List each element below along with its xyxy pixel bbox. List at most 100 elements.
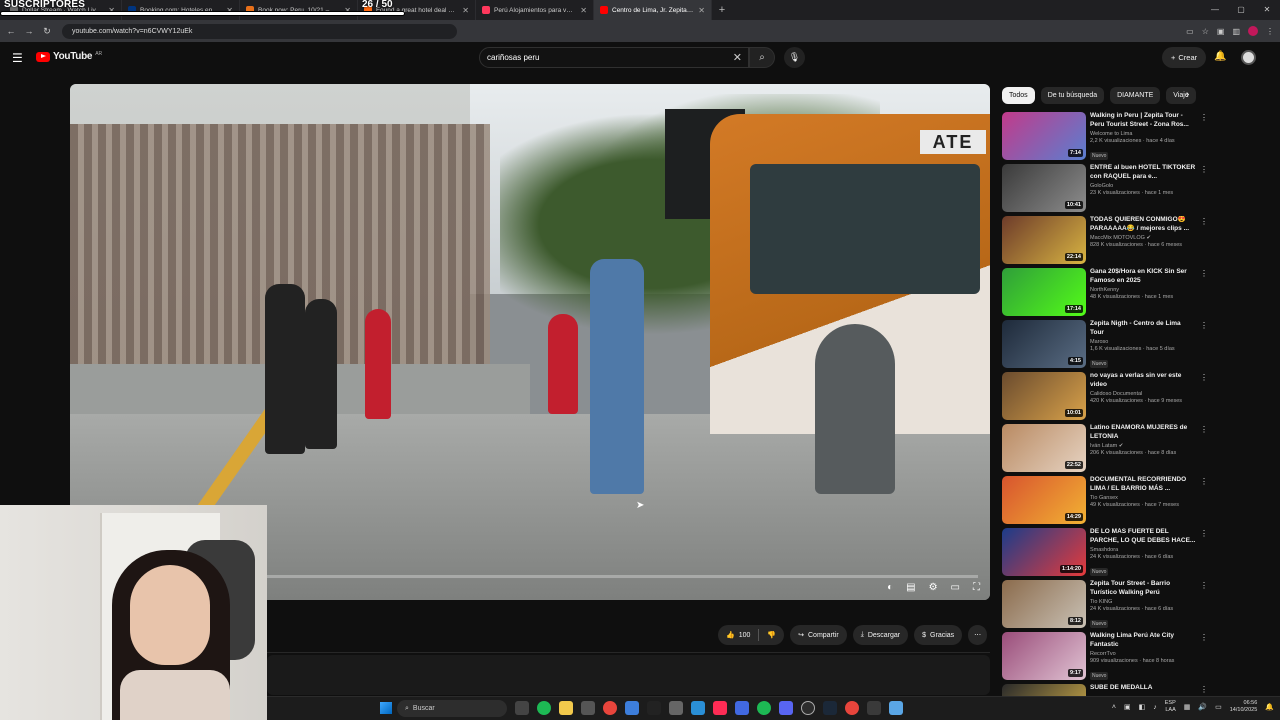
video-thumbnail[interactable]: 8:12 xyxy=(1002,580,1086,628)
steam-icon[interactable] xyxy=(823,701,837,715)
channel-name[interactable]: RecorrTvo xyxy=(1090,651,1196,657)
filter-chip[interactable]: DIAMANTE xyxy=(1110,87,1161,104)
obs-icon[interactable] xyxy=(801,701,815,715)
input-language[interactable]: ESP LAA xyxy=(1165,700,1176,714)
close-tab-icon[interactable]: ✕ xyxy=(580,6,587,15)
filter-chip[interactable]: Viaje xyxy=(1166,87,1196,104)
spotify-icon[interactable] xyxy=(537,701,551,715)
channel-name[interactable]: Calidoso Documental xyxy=(1090,391,1196,397)
channel-name[interactable]: Welcome to Lima xyxy=(1090,131,1196,137)
browser-profile-icon[interactable] xyxy=(1248,26,1258,36)
video-title[interactable]: Latino ENAMORA MUJERES de LETONIA xyxy=(1090,424,1196,441)
notifications-bell-icon[interactable]: 🔔 xyxy=(1214,51,1226,62)
recommendation-item[interactable]: 4:15 Zepita Nigth - Centro de Lima Tour Ma… xyxy=(1002,320,1208,372)
more-vertical-icon[interactable]: ⋮ xyxy=(1200,633,1208,642)
channel-name[interactable]: Smashdora xyxy=(1090,547,1196,553)
more-vertical-icon[interactable]: ⋮ xyxy=(1200,373,1208,382)
share-button[interactable]: ↪ Compartir xyxy=(790,625,847,645)
channel-name[interactable]: Tio Gansex xyxy=(1090,495,1196,501)
channel-name[interactable]: Iván Latam ✔ xyxy=(1090,443,1196,449)
recommendation-item[interactable]: 9:17 Walking Lima Perú Ate City Fantastic… xyxy=(1002,632,1208,684)
volume-icon[interactable]: 🔊 xyxy=(1198,703,1207,711)
chevron-right-icon[interactable]: › xyxy=(1186,89,1189,100)
channel-name[interactable]: Maroso xyxy=(1090,339,1196,345)
settings-gear-icon[interactable]: ⚙ xyxy=(929,582,938,593)
fullscreen-icon[interactable]: ⛶ xyxy=(973,582,980,593)
more-actions-button[interactable]: ⋯ xyxy=(968,625,988,645)
battery-icon[interactable]: ▭ xyxy=(1215,703,1222,711)
theater-mode-icon[interactable]: ▭ xyxy=(951,582,960,593)
video-title[interactable]: Zepita Tour Street - Barrio Turístico Wa… xyxy=(1090,580,1196,597)
more-vertical-icon[interactable]: ⋮ xyxy=(1200,529,1208,538)
clear-search-icon[interactable]: ✕ xyxy=(733,51,742,64)
file-explorer-icon[interactable] xyxy=(559,701,573,715)
minimize-icon[interactable]: — xyxy=(1202,0,1228,20)
app-icon[interactable] xyxy=(691,701,705,715)
windows-start-icon[interactable] xyxy=(380,702,392,714)
browser-tab[interactable]: Centro de Lima, Jr. Zepita Wall ✕ xyxy=(594,0,712,20)
video-title[interactable]: Walking in Peru | Zepita Tour - Peru Tou… xyxy=(1090,112,1196,129)
browser-menu-icon[interactable]: ⋮ xyxy=(1266,27,1274,36)
browser-tab[interactable]: Book now: Peru, 10/21 – 10/22 ✕ xyxy=(240,0,358,20)
tiktok-icon[interactable] xyxy=(713,701,727,715)
autoplay-toggle-icon[interactable]: ◐ xyxy=(887,582,893,593)
url-field[interactable]: youtube.com/watch?v=n6CVWY12uEk xyxy=(62,23,457,39)
video-thumbnail[interactable]: 1:14:20 xyxy=(1002,528,1086,576)
more-vertical-icon[interactable]: ⋮ xyxy=(1200,269,1208,278)
recommendation-item[interactable]: 10:01 no vayas a verlas sin ver este vide… xyxy=(1002,372,1208,424)
channel-name[interactable]: GoloGolo xyxy=(1090,183,1196,189)
close-tab-icon[interactable]: ✕ xyxy=(462,6,469,15)
more-vertical-icon[interactable]: ⋮ xyxy=(1200,321,1208,330)
extensions-icon[interactable]: ▣ xyxy=(1217,27,1225,36)
create-button[interactable]: + Crear xyxy=(1162,47,1207,68)
calculator-icon[interactable] xyxy=(581,701,595,715)
maximize-icon[interactable]: ▢ xyxy=(1228,0,1254,20)
taskbar-search[interactable]: ⌕ Buscar xyxy=(397,700,507,717)
recommendation-item[interactable]: 17:14 Gana 20$/Hora en KICK Sin Ser Famos… xyxy=(1002,268,1208,320)
video-title[interactable]: SUBE DE MEDALLA xyxy=(1090,684,1196,693)
app-icon[interactable] xyxy=(669,701,683,715)
capcut-icon[interactable] xyxy=(647,701,661,715)
like-count[interactable]: 100 xyxy=(739,632,751,639)
filter-chip[interactable]: De tu búsqueda xyxy=(1040,87,1105,104)
channel-name[interactable]: NorthKenny xyxy=(1090,287,1196,293)
subtitles-icon[interactable]: ▤ xyxy=(906,582,915,593)
recommendation-item[interactable]: 14:29 DOCUMENTAL RECORRIENDO LIMA / EL BA… xyxy=(1002,476,1208,528)
thanks-button[interactable]: $ Gracias xyxy=(914,625,963,645)
more-vertical-icon[interactable]: ⋮ xyxy=(1200,113,1208,122)
dislike-icon[interactable]: 👎 xyxy=(767,631,776,639)
reload-icon[interactable]: ↻ xyxy=(38,26,56,37)
youtube-logo[interactable]: YouTube AR xyxy=(36,51,102,62)
taskbar-clock[interactable]: 06:56 14/10/2025 xyxy=(1230,700,1258,714)
bookmark-star-icon[interactable]: ☆ xyxy=(1202,27,1209,36)
menu-icon[interactable]: ☰ xyxy=(12,51,23,65)
notepad-icon[interactable] xyxy=(889,701,903,715)
browser-tab[interactable]: Perú Alojamientos para vacacio ✕ xyxy=(476,0,594,20)
video-thumbnail[interactable]: 17:14 xyxy=(1002,268,1086,316)
task-view-icon[interactable] xyxy=(515,701,529,715)
back-icon[interactable]: ← xyxy=(2,26,20,36)
like-icon[interactable]: 👍 xyxy=(726,631,735,639)
video-title[interactable]: Zepita Nigth - Centro de Lima Tour xyxy=(1090,320,1196,337)
app-icon[interactable] xyxy=(779,701,793,715)
account-avatar[interactable] xyxy=(1241,50,1256,65)
more-vertical-icon[interactable]: ⋮ xyxy=(1200,581,1208,590)
search-icon[interactable]: ⌕ xyxy=(749,47,775,68)
video-thumbnail[interactable]: 10:41 xyxy=(1002,164,1086,212)
video-thumbnail[interactable]: 10:01 xyxy=(1002,372,1086,420)
chrome-icon[interactable] xyxy=(603,701,617,715)
video-thumbnail[interactable]: 22:14 xyxy=(1002,216,1086,264)
more-vertical-icon[interactable]: ⋮ xyxy=(1200,165,1208,174)
video-title[interactable]: ENTRÉ al buen HOTEL TIKTOKER con RAQUEL … xyxy=(1090,164,1196,181)
recommendation-item[interactable]: 22:52 Latino ENAMORA MUJERES de LETONIA Iv… xyxy=(1002,424,1208,476)
app-icon[interactable] xyxy=(867,701,881,715)
video-title[interactable]: DE LO MÁS FUERTE DEL PARCHE, LO QUE DEBE… xyxy=(1090,528,1196,545)
recommendation-item[interactable]: 7:14 Walking in Peru | Zepita Tour - Peru… xyxy=(1002,112,1208,164)
more-vertical-icon[interactable]: ⋮ xyxy=(1200,425,1208,434)
tray-app-icon[interactable]: ♪ xyxy=(1153,704,1157,711)
video-title[interactable]: no vayas a verlas sin ver este video xyxy=(1090,372,1196,389)
network-icon[interactable]: ▦ xyxy=(1184,703,1191,711)
close-tab-icon[interactable]: ✕ xyxy=(698,6,705,15)
video-title[interactable]: DOCUMENTAL RECORRIENDO LIMA / EL BARRIO … xyxy=(1090,476,1196,493)
video-thumbnail[interactable]: 22:52 xyxy=(1002,424,1086,472)
